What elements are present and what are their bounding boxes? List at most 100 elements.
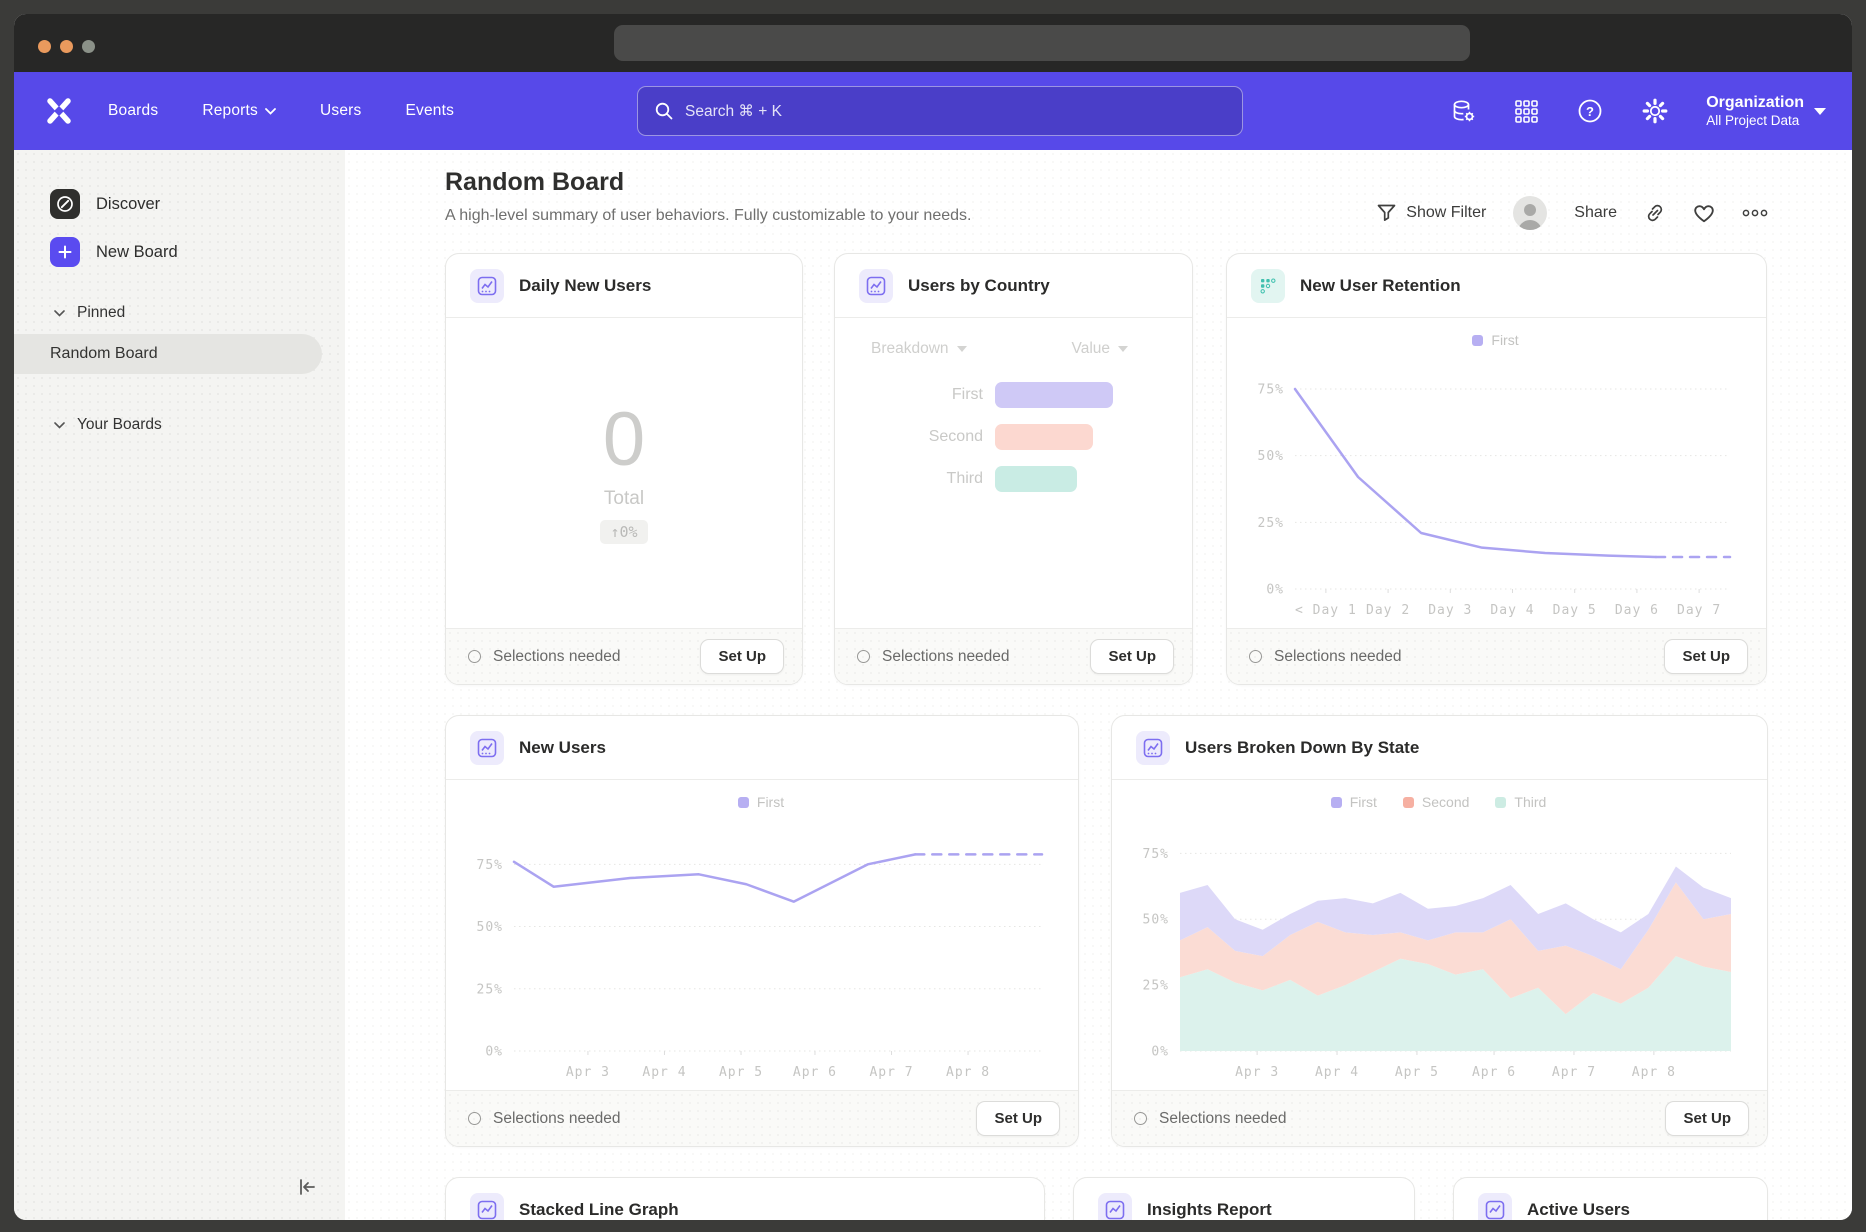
- nav-item-users[interactable]: Users: [320, 102, 361, 120]
- link-icon: [1644, 202, 1666, 224]
- card-daily-new-users: Daily New Users 0 Total ↑0% Selections n…: [445, 253, 803, 685]
- svg-text:0%: 0%: [1151, 1045, 1169, 1060]
- card-users-by-state: Users Broken Down By State FirstSecondTh…: [1111, 715, 1768, 1147]
- card-status: Selections needed: [1249, 648, 1402, 666]
- org-project: All Project Data: [1706, 113, 1804, 130]
- set-up-button[interactable]: Set Up: [1665, 1101, 1749, 1136]
- chart-legend: FirstSecondThird: [1124, 788, 1753, 816]
- close-window-icon[interactable]: [38, 40, 51, 53]
- traffic-lights: [38, 40, 95, 53]
- more-options-button[interactable]: [1742, 209, 1768, 217]
- board-main: Random Board A high-level summary of use…: [345, 150, 1852, 1220]
- sidebar-item-discover[interactable]: Discover: [14, 180, 345, 228]
- plus-icon: [50, 237, 80, 267]
- chart-legend: First: [458, 788, 1064, 816]
- top-navbar: Boards Reports Users Events Search ⌘ + K: [14, 72, 1852, 150]
- chevron-down-icon: [265, 108, 276, 115]
- card-status: Selections needed: [1134, 1110, 1287, 1128]
- card-title: New Users: [519, 738, 606, 758]
- card-active-users: Active Users: [1453, 1177, 1768, 1220]
- new-users-line-chart: First 75%50%25%0%Apr 3Apr 4Apr 5Apr 6Apr …: [458, 788, 1064, 1084]
- bar-first: [995, 382, 1113, 408]
- navbar-right: ? Organization All Project Data: [1450, 72, 1826, 150]
- svg-text:Day 2: Day 2: [1366, 603, 1410, 618]
- nav-item-boards[interactable]: Boards: [108, 102, 158, 120]
- svg-text:Apr 6: Apr 6: [1472, 1065, 1516, 1080]
- set-up-button[interactable]: Set Up: [976, 1101, 1060, 1136]
- apps-grid-icon[interactable]: [1514, 99, 1539, 124]
- nav-item-events[interactable]: Events: [405, 102, 454, 120]
- favorite-button[interactable]: [1693, 203, 1715, 223]
- chart-svg: 75%50%25%0%Apr 3Apr 4Apr 5Apr 6Apr 7Apr …: [1124, 816, 1753, 1084]
- nav-links: Boards Reports Users Events: [108, 102, 454, 120]
- card-new-user-retention: New User Retention First75%50%25%0%< Day…: [1226, 253, 1767, 685]
- set-up-button[interactable]: Set Up: [700, 639, 784, 674]
- svg-text:0%: 0%: [1266, 583, 1284, 598]
- insights-chart-icon: [1478, 1193, 1512, 1220]
- set-up-button[interactable]: Set Up: [1090, 639, 1174, 674]
- address-bar[interactable]: [614, 25, 1470, 61]
- share-button[interactable]: Share: [1574, 204, 1617, 222]
- svg-text:Day 3: Day 3: [1428, 603, 1472, 618]
- legend-item: First: [738, 794, 784, 810]
- svg-text:50%: 50%: [1143, 913, 1169, 928]
- board-name: Random Board: [50, 345, 158, 363]
- sidebar-item-random-board[interactable]: Random Board: [14, 334, 322, 374]
- show-filter-button[interactable]: Show Filter: [1377, 204, 1486, 222]
- sidebar-item-new-board[interactable]: New Board: [14, 228, 345, 276]
- collapse-sidebar-button[interactable]: [295, 1175, 319, 1204]
- insights-chart-icon: [859, 269, 893, 303]
- svg-text:25%: 25%: [1143, 979, 1169, 994]
- svg-text:Day 7: Day 7: [1677, 603, 1721, 618]
- svg-text:75%: 75%: [1143, 847, 1169, 862]
- status-circle-icon: [857, 650, 870, 663]
- card-status: Selections needed: [857, 648, 1010, 666]
- settings-gear-icon[interactable]: [1641, 97, 1669, 125]
- legend-item: First: [1472, 332, 1518, 348]
- search-input[interactable]: Search ⌘ + K: [637, 86, 1243, 136]
- ellipsis-icon: [1742, 209, 1768, 217]
- copy-link-button[interactable]: [1644, 202, 1666, 224]
- svg-text:Day 4: Day 4: [1490, 603, 1534, 618]
- svg-text:?: ?: [1586, 104, 1594, 119]
- data-management-icon[interactable]: [1450, 98, 1477, 125]
- section-label: Your Boards: [77, 416, 162, 434]
- chevron-down-icon: [1814, 108, 1826, 115]
- search-placeholder: Search ⌘ + K: [685, 102, 782, 121]
- status-circle-icon: [468, 650, 481, 663]
- minimize-window-icon[interactable]: [60, 40, 73, 53]
- chart-svg: 75%50%25%0%Apr 3Apr 4Apr 5Apr 6Apr 7Apr …: [458, 816, 1064, 1084]
- chevron-down-icon: [1118, 346, 1128, 352]
- mixpanel-logo-icon[interactable]: [44, 96, 74, 126]
- legend-item: Second: [1403, 794, 1469, 810]
- card-title: Users by Country: [908, 276, 1050, 296]
- metric-delta-badge: ↑0%: [600, 520, 647, 544]
- sidebar-section-pinned[interactable]: Pinned: [14, 298, 345, 328]
- bar-label: Third: [835, 470, 995, 488]
- legend-item: First: [1331, 794, 1377, 810]
- bar-row: Third: [835, 466, 1192, 492]
- heart-icon: [1693, 203, 1715, 223]
- sidebar-section-your-boards[interactable]: Your Boards: [14, 410, 345, 440]
- card-insights-report: Insights Report: [1073, 1177, 1415, 1220]
- svg-text:Apr 5: Apr 5: [719, 1065, 763, 1080]
- section-label: Pinned: [77, 304, 125, 322]
- help-icon[interactable]: ?: [1576, 97, 1604, 125]
- breakdown-dropdown[interactable]: Breakdown: [871, 340, 967, 358]
- chevron-down-icon: [54, 422, 65, 429]
- org-switcher[interactable]: Organization All Project Data: [1706, 93, 1826, 130]
- card-status: Selections needed: [468, 648, 621, 666]
- svg-text:75%: 75%: [1258, 383, 1284, 398]
- status-circle-icon: [468, 1112, 481, 1125]
- value-dropdown[interactable]: Value: [1072, 340, 1129, 358]
- set-up-button[interactable]: Set Up: [1664, 639, 1748, 674]
- insights-chart-icon: [470, 731, 504, 765]
- nav-item-reports[interactable]: Reports: [202, 102, 276, 120]
- zoom-window-icon[interactable]: [82, 40, 95, 53]
- card-title: New User Retention: [1300, 276, 1461, 296]
- chevron-down-icon: [957, 346, 967, 352]
- org-name: Organization: [1706, 93, 1804, 113]
- avatar[interactable]: [1513, 196, 1547, 230]
- insights-chart-icon: [470, 1193, 504, 1220]
- insights-chart-icon: [1098, 1193, 1132, 1220]
